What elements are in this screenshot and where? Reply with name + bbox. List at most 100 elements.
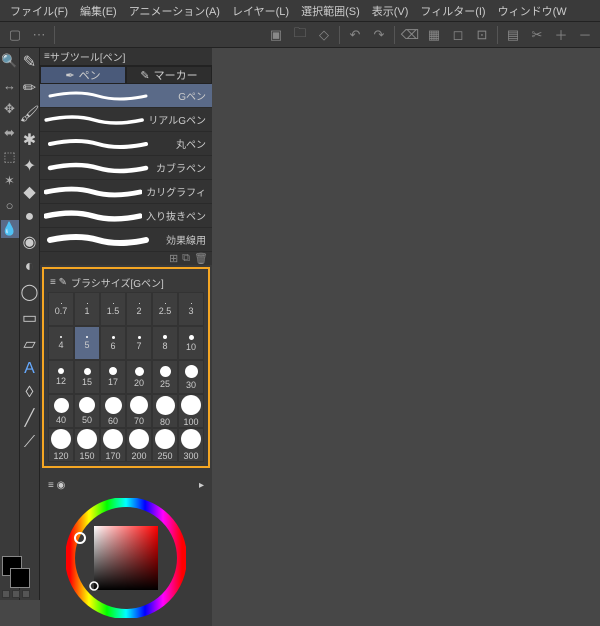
brush-size-cell[interactable]: 40 <box>48 394 74 428</box>
brush-size-cell[interactable]: 80 <box>152 394 178 428</box>
pen-name: カブラペン <box>156 160 212 175</box>
menu-animation[interactable]: アニメーション(A) <box>123 3 226 19</box>
deco-icon[interactable]: ✦ <box>23 156 36 176</box>
eraser-icon[interactable]: ◆ <box>23 182 35 202</box>
box-icon[interactable]: ◻ <box>447 24 469 46</box>
brush-size-cell[interactable]: 2.5 <box>152 292 178 326</box>
pen-item[interactable]: 丸ペン <box>40 132 212 156</box>
pen-item[interactable]: 効果線用 <box>40 228 212 252</box>
brush-size-label: 60 <box>108 416 118 426</box>
menu-layer[interactable]: レイヤー(L) <box>226 3 295 19</box>
crop-icon[interactable]: ✂ <box>526 24 548 46</box>
canvas-area[interactable] <box>212 48 600 600</box>
menu-file[interactable]: ファイル(F) <box>4 3 74 19</box>
brush-size-cell[interactable]: 300 <box>178 428 204 462</box>
brush-size-cell[interactable]: 150 <box>74 428 100 462</box>
brush-size-cell[interactable]: 8 <box>152 326 178 360</box>
pen-item[interactable]: リアルGペン <box>40 108 212 132</box>
brush-icon[interactable]: 🖌 <box>19 104 39 124</box>
move-icon[interactable]: ↔ <box>1 76 19 94</box>
layer-move-icon[interactable]: ⬌ <box>1 124 19 142</box>
text-icon[interactable]: A <box>24 360 35 378</box>
new-doc-icon[interactable]: ▢ <box>4 24 26 46</box>
correct-icon[interactable]: ⟋ <box>24 434 35 452</box>
menu-edit[interactable]: 編集(E) <box>74 3 123 19</box>
pen-list: GペンリアルGペン丸ペンカブラペンカリグラフィ入り抜きペン効果線用 <box>40 84 212 252</box>
color-panel: ≡ ◉ ▸ <box>40 470 212 626</box>
brush-size-cell[interactable]: 100 <box>178 394 204 428</box>
wand-icon[interactable]: ✶ <box>1 172 19 190</box>
brush-size-cell[interactable]: 1 <box>74 292 100 326</box>
brush-size-cell[interactable]: 12 <box>48 360 74 394</box>
ruler-icon[interactable]: ▱ <box>23 334 35 354</box>
pen-item[interactable]: カリグラフィ <box>40 180 212 204</box>
undo-icon[interactable]: ↶ <box>344 24 366 46</box>
brush-size-cell[interactable]: 4 <box>48 326 74 360</box>
menu-selection[interactable]: 選択範囲(S) <box>295 3 366 19</box>
pencil-icon[interactable]: ✏ <box>23 78 36 98</box>
minus-icon[interactable]: － <box>574 24 596 46</box>
brush-size-label: 4 <box>58 340 63 350</box>
brush-size-cell[interactable]: 15 <box>74 360 100 394</box>
pen-icon[interactable]: ✎ <box>23 52 36 72</box>
gradient-icon[interactable]: ◐ <box>25 258 35 276</box>
airbrush-icon[interactable]: ✱ <box>23 130 36 150</box>
fill-tool-icon[interactable]: ◉ <box>23 232 37 252</box>
tag-icon[interactable]: ◇ <box>313 24 335 46</box>
brush-size-cell[interactable]: 7 <box>126 326 152 360</box>
lasso-icon[interactable]: ○ <box>1 196 19 214</box>
subtool-header: ≡ サブツール[ペン] <box>40 48 212 66</box>
brush-size-panel: ≡ ✎ ブラシサイズ[Gペン] 0.711.522.53456781012151… <box>42 267 210 468</box>
line-icon[interactable]: ╱ <box>25 408 35 428</box>
brush-size-cell[interactable]: 1.5 <box>100 292 126 326</box>
add-subtool-icon[interactable]: ⊞ <box>169 252 178 265</box>
brush-size-cell[interactable]: 3 <box>178 292 204 326</box>
magnify-icon[interactable]: 🔍 <box>1 52 19 70</box>
tab-marker[interactable]: ✎ マーカー <box>126 66 212 84</box>
eyedrop-icon[interactable]: 💧 <box>1 220 19 238</box>
clear-icon[interactable]: ⌫ <box>399 24 421 46</box>
brush-size-cell[interactable]: 10 <box>178 326 204 360</box>
brush-size-cell[interactable]: 17 <box>100 360 126 394</box>
marquee-icon[interactable]: ⬚ <box>1 148 19 166</box>
ops-icon[interactable]: ✥ <box>1 100 19 118</box>
zoom-icon[interactable]: ⊡ <box>471 24 493 46</box>
grid-icon[interactable]: ▤ <box>502 24 524 46</box>
brush-size-cell[interactable]: 250 <box>152 428 178 462</box>
color-wheel[interactable] <box>66 498 186 618</box>
brush-size-cell[interactable]: 0.7 <box>48 292 74 326</box>
dup-subtool-icon[interactable]: ⧉ <box>182 252 190 265</box>
brush-size-cell[interactable]: 70 <box>126 394 152 428</box>
menu-filter[interactable]: フィルター(I) <box>414 3 491 19</box>
brush-size-cell[interactable]: 20 <box>126 360 152 394</box>
tab-pen[interactable]: ✒ ペン <box>40 66 126 84</box>
plus-icon[interactable]: ＋ <box>550 24 572 46</box>
brush-size-cell[interactable]: 5 <box>74 326 100 360</box>
brush-size-cell[interactable]: 60 <box>100 394 126 428</box>
brush-size-cell[interactable]: 2 <box>126 292 152 326</box>
balloon-icon[interactable]: ◊ <box>26 384 34 402</box>
menu-view[interactable]: 表示(V) <box>366 3 415 19</box>
blend-icon[interactable]: ● <box>25 208 35 226</box>
brush-size-cell[interactable]: 200 <box>126 428 152 462</box>
frame-icon[interactable]: ▭ <box>22 308 37 328</box>
pen-item[interactable]: カブラペン <box>40 156 212 180</box>
pen-item[interactable]: 入り抜きペン <box>40 204 212 228</box>
menu-window[interactable]: ウィンドウ(W <box>492 3 573 19</box>
brush-size-label: 300 <box>183 451 198 461</box>
more-icon[interactable]: ⋯ <box>28 24 50 46</box>
pen-item[interactable]: Gペン <box>40 84 212 108</box>
folder-icon[interactable]: 🗀 <box>289 24 311 46</box>
brush-size-cell[interactable]: 50 <box>74 394 100 428</box>
brush-size-cell[interactable]: 120 <box>48 428 74 462</box>
brush-size-cell[interactable]: 6 <box>100 326 126 360</box>
clip-icon[interactable]: ▣ <box>265 24 287 46</box>
bg-color-swatch[interactable] <box>10 568 30 588</box>
brush-size-cell[interactable]: 25 <box>152 360 178 394</box>
redo-icon[interactable]: ↷ <box>368 24 390 46</box>
brush-size-cell[interactable]: 170 <box>100 428 126 462</box>
fill-icon[interactable]: ▦ <box>423 24 445 46</box>
del-subtool-icon[interactable]: 🗑 <box>194 252 208 265</box>
brush-size-cell[interactable]: 30 <box>178 360 204 394</box>
shape-icon[interactable]: ◯ <box>21 282 39 302</box>
